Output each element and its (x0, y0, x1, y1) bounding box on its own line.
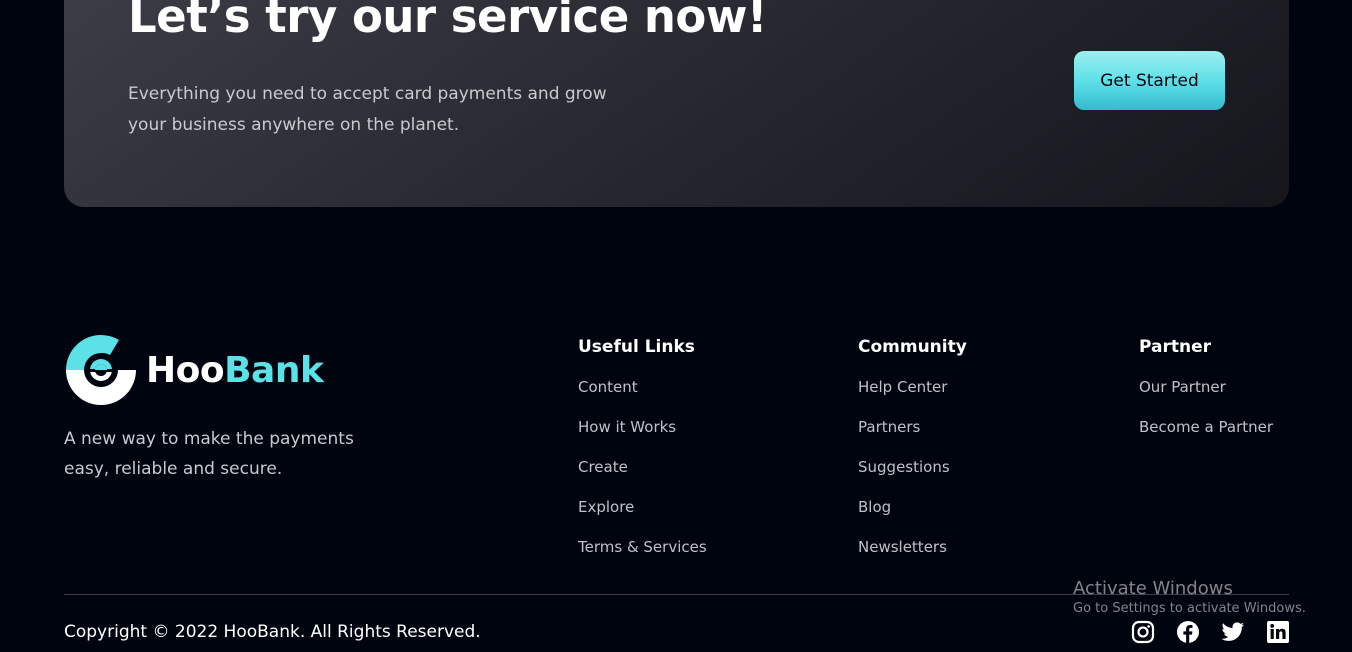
cta-card: Let’s try our service now! Everything yo… (64, 0, 1289, 207)
footer-link[interactable]: Partners (858, 417, 967, 457)
footer-column-community: Community Help Center Partners Suggestio… (858, 337, 967, 577)
footer-link[interactable]: Blog (858, 497, 967, 537)
footer-link[interactable]: Create (578, 457, 707, 497)
footer-link[interactable]: Our Partner (1139, 377, 1273, 417)
footer-column-partner: Partner Our Partner Become a Partner (1139, 337, 1273, 457)
facebook-icon[interactable] (1176, 620, 1200, 644)
watermark-subtitle: Go to Settings to activate Windows. (1073, 601, 1306, 616)
page: Let’s try our service now! Everything yo… (0, 0, 1352, 652)
footer-link[interactable]: Content (578, 377, 707, 417)
hoobank-logo-icon (66, 335, 136, 405)
column-title: Community (858, 337, 967, 357)
column-title: Useful Links (578, 337, 695, 357)
column-title: Partner (1139, 337, 1212, 357)
watermark-title: Activate Windows (1073, 578, 1233, 599)
activate-windows-watermark: Activate Windows Go to Settings to activ… (1073, 578, 1306, 616)
brand-wordmark: HooBank (146, 349, 324, 391)
footer-link[interactable]: Suggestions (858, 457, 967, 497)
footer-link[interactable]: Become a Partner (1139, 417, 1273, 457)
linkedin-icon[interactable] (1266, 620, 1290, 644)
footer-link[interactable]: Explore (578, 497, 707, 537)
instagram-icon[interactable] (1131, 620, 1155, 644)
get-started-button[interactable]: Get Started (1074, 51, 1225, 110)
tagline: A new way to make the payments easy, rel… (64, 429, 354, 479)
hoobank-logo[interactable]: HooBank (64, 333, 324, 407)
copyright-text: Copyright © 2022 HooBank. All Rights Res… (64, 622, 481, 642)
footer-column-useful-links: Useful Links Content How it Works Create… (578, 337, 707, 577)
footer-link[interactable]: Newsletters (858, 537, 967, 577)
footer-link[interactable]: Terms & Services (578, 537, 707, 577)
brand-word-part1: Hoo (146, 349, 225, 391)
social-links (1131, 620, 1290, 644)
brand-word-part2: Bank (224, 349, 324, 391)
twitter-icon[interactable] (1221, 620, 1245, 644)
cta-description: Everything you need to accept card payme… (128, 84, 607, 135)
footer-link[interactable]: How it Works (578, 417, 707, 457)
cta-title: Let’s try our service now! (128, 0, 767, 43)
footer-link[interactable]: Help Center (858, 377, 967, 417)
